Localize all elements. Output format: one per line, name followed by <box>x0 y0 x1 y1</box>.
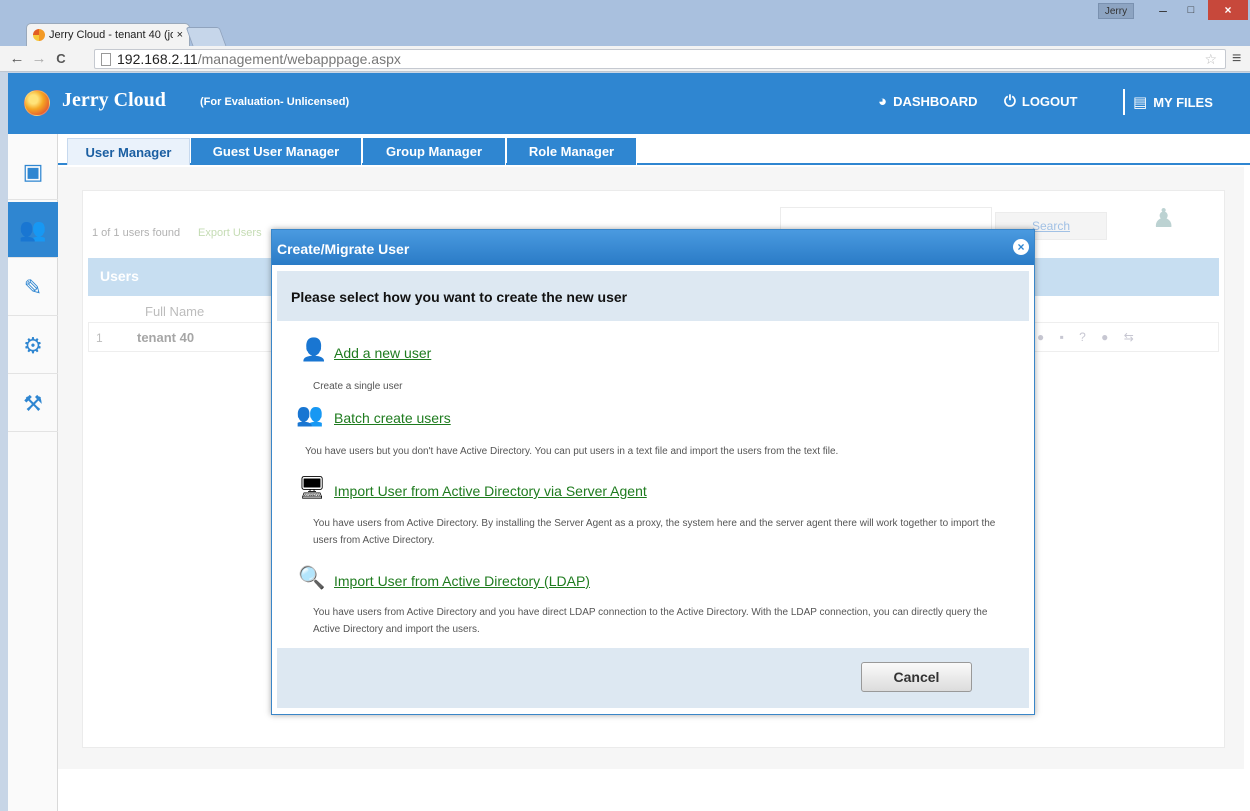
dialog-title: Create/Migrate User <box>277 241 410 257</box>
url-host: 192.168.2.11 <box>117 51 198 67</box>
minimize-button[interactable]: – <box>1150 0 1176 20</box>
tab-title: Jerry Cloud - tenant 40 (jo <box>49 29 173 41</box>
create-migrate-user-dialog: Create/Migrate User × Please select how … <box>271 229 1035 715</box>
dialog-prompt: Please select how you want to create the… <box>291 289 628 305</box>
dashboard-link[interactable]: ◕ DASHBOARD <box>878 93 978 110</box>
sidebar-item-user-settings[interactable]: ⚙ <box>8 318 58 374</box>
bookmark-star-icon[interactable]: ☆ <box>1204 51 1217 68</box>
license-status: (For Evaluation- Unlicensed) <box>200 96 350 108</box>
tab-close-icon[interactable]: × <box>177 29 183 41</box>
team-folder-icon: ▣ <box>22 158 44 184</box>
tab-guest-user-manager[interactable]: Guest User Manager <box>191 138 362 165</box>
document-edit-icon: ✎ <box>23 274 43 300</box>
add-new-user-link[interactable]: Add a new user <box>334 345 431 361</box>
dashboard-label: DASHBOARD <box>893 94 978 109</box>
tools-icon: ⚒ <box>23 390 43 416</box>
window-close-button[interactable]: × <box>1208 0 1248 20</box>
user-gear-icon: ⚙ <box>23 332 43 358</box>
import-via-server-agent-link[interactable]: Import User from Active Directory via Se… <box>334 483 647 499</box>
my-files-link[interactable]: ▤ MY FILES <box>1133 93 1213 111</box>
batch-create-users-link[interactable]: Batch create users <box>334 410 451 426</box>
import-ldap-description: You have users from Active Directory and… <box>313 607 988 635</box>
dashboard-gauge-icon: ◕ <box>878 93 888 110</box>
browser-tab[interactable]: Jerry Cloud - tenant 40 (jo × <box>26 23 190 46</box>
my-files-label: MY FILES <box>1153 94 1213 110</box>
add-user-icon: 👤 <box>300 337 328 362</box>
add-new-user-description: Create a single user <box>313 381 403 392</box>
sidebar: ▣ 👥 ✎ ⚙ ⚒ <box>8 134 58 811</box>
sidebar-item-users[interactable]: 👥 <box>8 202 58 258</box>
browser-titlebar: Jerry Cloud - tenant 40 (jo × Jerry – □ … <box>0 0 1250 46</box>
sidebar-item-tools[interactable]: ⚒ <box>8 376 58 432</box>
tab-role-manager[interactable]: Role Manager <box>507 138 637 165</box>
logout-label: LOGOUT <box>1021 94 1078 109</box>
files-icon: ▤ <box>1133 94 1148 111</box>
back-button[interactable]: ← <box>6 50 28 67</box>
server-agent-icon: 🖥 <box>298 475 326 500</box>
reload-button[interactable]: C <box>50 51 72 66</box>
logo-icon <box>24 90 50 116</box>
manager-tabs: User Manager Guest User Manager Group Ma… <box>58 134 1250 165</box>
dialog-close-icon[interactable]: × <box>1013 239 1029 255</box>
header-divider <box>1123 89 1125 115</box>
new-tab-button[interactable] <box>185 27 227 46</box>
tab-user-manager[interactable]: User Manager <box>67 138 190 165</box>
profile-button[interactable]: Jerry <box>1098 3 1134 19</box>
users-icon: 👥 <box>19 216 47 242</box>
import-ldap-link[interactable]: Import User from Active Directory (LDAP) <box>334 573 590 589</box>
maximize-button[interactable]: □ <box>1178 0 1204 20</box>
batch-create-users-description: You have users but you don't have Active… <box>305 446 839 457</box>
power-icon: ⏻ <box>1004 93 1016 110</box>
browser-menu-icon[interactable]: ≡ <box>1232 50 1241 68</box>
tab-group-manager[interactable]: Group Manager <box>363 138 506 165</box>
browser-toolbar: ← → C 192.168.2.11 /management/webapppag… <box>0 46 1250 72</box>
ldap-search-icon: 🔍 <box>298 565 326 590</box>
page-icon <box>101 52 111 66</box>
url-path: /management/webapppage.aspx <box>197 51 401 67</box>
import-via-server-agent-description: You have users from Active Directory. By… <box>313 518 996 546</box>
forward-button[interactable]: → <box>28 50 50 67</box>
sidebar-item-team-folders[interactable]: ▣ <box>8 144 58 200</box>
cancel-button[interactable]: Cancel <box>861 662 972 692</box>
address-bar[interactable]: 192.168.2.11 /management/webapppage.aspx… <box>94 49 1226 69</box>
logout-link[interactable]: ⏻ LOGOUT <box>1004 93 1077 110</box>
app-header: Jerry Cloud (For Evaluation- Unlicensed)… <box>8 73 1250 134</box>
sidebar-item-reports[interactable]: ✎ <box>8 260 58 316</box>
batch-users-icon: 👥 <box>296 402 324 427</box>
site-favicon-icon <box>33 29 45 41</box>
app-title: Jerry Cloud <box>62 89 166 111</box>
